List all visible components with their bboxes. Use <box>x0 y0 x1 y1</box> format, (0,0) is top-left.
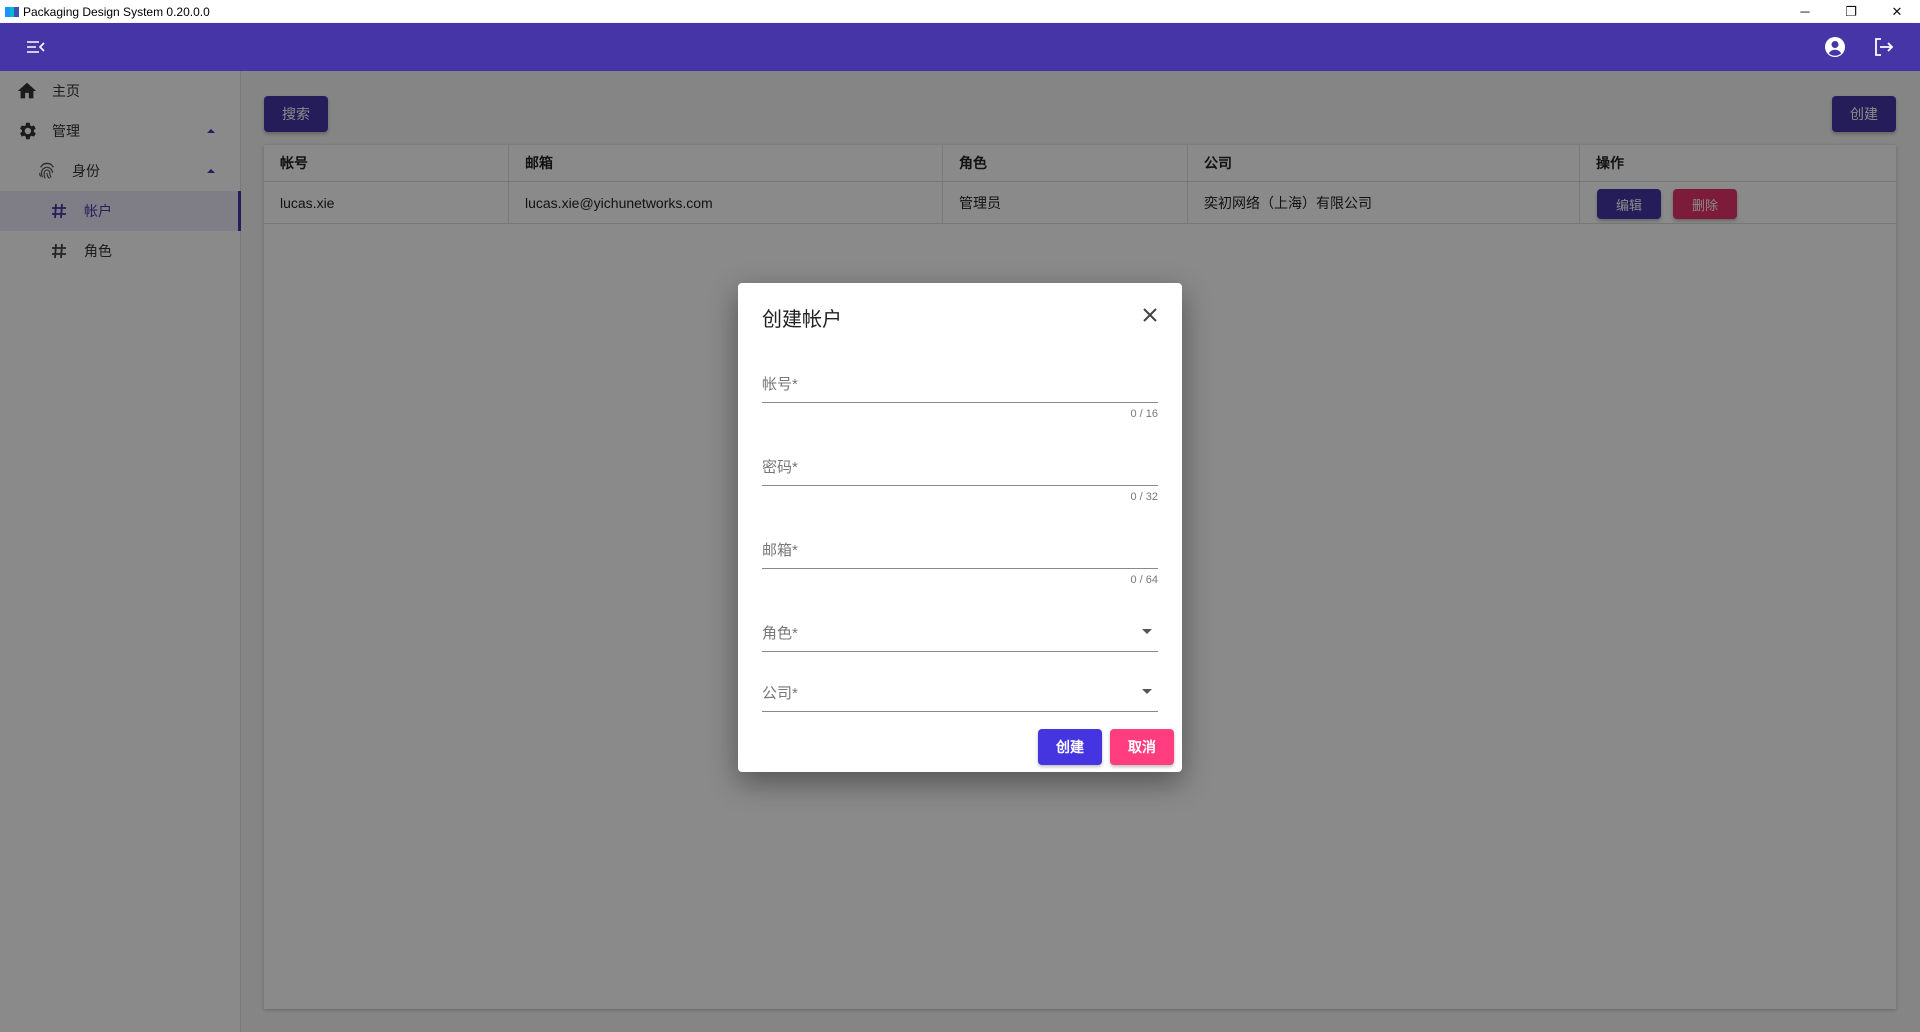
email-field[interactable]: 邮箱* 0 / 64 <box>762 539 1158 586</box>
account-circle-icon[interactable] <box>1823 35 1847 59</box>
menu-collapse-icon[interactable] <box>24 35 48 59</box>
window-titlebar: Packaging Design System 0.20.0.0 ─ ❐ ✕ <box>0 0 1920 23</box>
email-char-counter: 0 / 64 <box>1130 574 1158 586</box>
chevron-down-icon <box>1142 689 1152 694</box>
field-underline <box>762 651 1158 652</box>
field-underline <box>762 485 1158 486</box>
chevron-down-icon <box>1142 629 1152 634</box>
close-window-button[interactable]: ✕ <box>1874 0 1920 23</box>
minimize-button[interactable]: ─ <box>1782 0 1828 23</box>
app-bar <box>0 23 1920 71</box>
field-underline <box>762 711 1158 712</box>
password-field-label: 密码* <box>762 459 798 476</box>
company-select-label: 公司* <box>762 685 798 702</box>
window-title: Packaging Design System 0.20.0.0 <box>23 4 210 19</box>
dialog-title: 创建帐户 <box>762 309 842 331</box>
account-char-counter: 0 / 16 <box>1130 408 1158 420</box>
dialog-create-button[interactable]: 创建 <box>1038 729 1102 765</box>
password-char-counter: 0 / 32 <box>1130 491 1158 503</box>
dialog-cancel-button[interactable]: 取消 <box>1110 729 1174 765</box>
create-account-dialog: 创建帐户 帐号* 0 / 16 密码* 0 / 32 邮箱* 0 / 64 角色… <box>738 283 1182 772</box>
role-select[interactable]: 角色* <box>762 622 1158 654</box>
email-field-label: 邮箱* <box>762 542 798 559</box>
field-underline <box>762 568 1158 569</box>
account-field[interactable]: 帐号* 0 / 16 <box>762 373 1158 420</box>
close-icon[interactable] <box>1138 303 1162 327</box>
company-select[interactable]: 公司* <box>762 682 1158 714</box>
restore-button[interactable]: ❐ <box>1828 0 1874 23</box>
field-underline <box>762 402 1158 403</box>
role-select-label: 角色* <box>762 625 798 642</box>
password-field[interactable]: 密码* 0 / 32 <box>762 456 1158 503</box>
account-field-label: 帐号* <box>762 376 798 393</box>
app-icon <box>5 6 19 17</box>
logout-icon[interactable] <box>1871 35 1895 59</box>
